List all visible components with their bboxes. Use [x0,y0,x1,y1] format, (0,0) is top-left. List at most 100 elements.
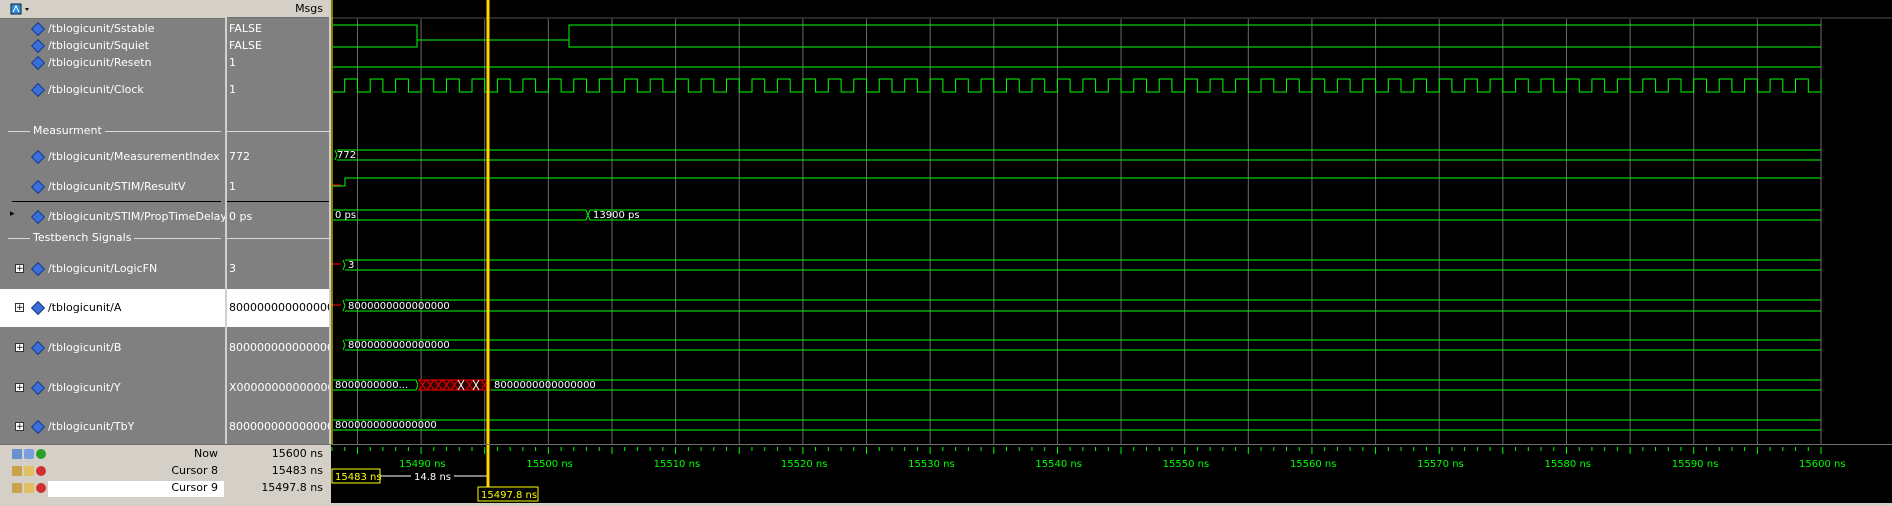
signal-value: 3 [229,262,236,275]
signal-row-proptimedelay[interactable]: ▸ /tblogicunit/STIM/PropTimeDelay [0,203,225,229]
signal-name: /tblogicunit/A [48,301,122,314]
signal-icon [30,340,46,356]
signal-value: 1 [229,83,236,96]
bus-label-b: 8000000000000000 [348,340,450,351]
value-row: 3 [227,250,329,288]
signal-value: 1 [229,180,236,193]
wave-tby [333,419,1821,431]
group-divider-testbench-signals[interactable]: Testbench Signals [30,231,135,244]
bus-label-proptimedelay-after: 13900 ps [593,210,640,221]
signal-icon [30,380,46,396]
signal-row-sstable[interactable]: /tblogicunit/Sstable [0,20,225,37]
signal-icon [30,261,46,277]
expand-plus-icon[interactable]: + [15,264,24,274]
wave-window: /tblogicunit/Sstable /tblogicunit/Squiet… [0,0,1892,503]
signal-name: /tblogicunit/B [48,341,122,354]
value-row: 0 ps [227,203,329,229]
waveform-canvas[interactable]: 772 0 ps 13900 ps 3 8000000000000000 800… [331,0,1892,444]
signal-value: FALSE [229,39,262,52]
signal-row-b[interactable]: + /tblogicunit/B [0,329,225,367]
signal-row-measurementindex[interactable]: /tblogicunit/MeasurementIndex [0,143,225,169]
tick-label: 15590 ns [1672,459,1719,470]
wave-squiet [333,39,1821,48]
signal-icon [30,55,46,71]
signal-row-a[interactable]: + /tblogicunit/A [0,289,225,327]
signal-row-resultv[interactable]: /tblogicunit/STIM/ResultV [0,171,225,201]
value-row: 1 [227,171,329,201]
value-row: FALSE [227,20,329,37]
bus-label-y-after: 8000000000000000 [494,380,596,391]
row-separator [227,201,329,202]
signal-row-tby[interactable]: + /tblogicunit/TbY [0,409,225,444]
cursor-panel: Now 15600 ns Cursor 8 15483 ns Cursor 9 … [0,444,1892,503]
signal-icon [30,82,46,98]
bus-label-y-before: 8000000000... [335,380,408,391]
signal-row-y[interactable]: + /tblogicunit/Y [0,369,225,407]
tick-label: 15540 ns [1035,459,1082,470]
signal-value: 8000000000000000 [229,301,329,314]
value-row: X00000000000000X [227,369,329,407]
bus-label-a: 8000000000000000 [348,301,450,312]
edit-icon[interactable] [24,466,34,476]
cursor-9-marker-label: 15497.8 ns [481,490,537,501]
value-row: 772 [227,143,329,169]
cursor-8-value: 15483 ns [271,464,323,477]
cursor-delta-label: 14.8 ns [414,472,451,483]
lock-icon[interactable] [12,466,22,476]
cursor-9-label: Cursor 9 [171,481,218,494]
signal-values-pane: Msgs FALSE FALSE 1 1 772 1 0 ps 3 800000… [227,0,329,444]
cursor-9-icons [12,483,52,495]
tick-label: 15550 ns [1163,459,1210,470]
expand-plus-icon[interactable]: + [15,383,24,393]
signal-value: X00000000000000X [229,381,329,394]
wave-proptimedelay [333,209,1821,221]
value-row: 8000000000000000 [227,289,329,327]
expand-plus-icon[interactable]: + [15,303,24,313]
signal-row-resetn[interactable]: /tblogicunit/Resetn [0,54,225,71]
names-header [0,0,225,19]
signal-row-clock[interactable]: /tblogicunit/Clock [0,71,225,105]
signal-value: FALSE [229,22,262,35]
tick-label: 15530 ns [908,459,955,470]
now-value: 15600 ns [271,447,323,460]
signal-value: 8000000000000000 [229,420,329,433]
signal-value: 8000000000000000 [229,341,329,354]
lock-icon[interactable] [12,483,22,493]
cursor-8-label: Cursor 8 [171,464,218,477]
tick-label: 15490 ns [399,459,446,470]
signal-value: 1 [229,56,236,69]
signal-icon [30,21,46,37]
expand-plus-icon[interactable]: + [15,343,24,353]
signal-icon [30,38,46,54]
delete-cursor-icon[interactable] [36,483,46,493]
add-cursor-icon[interactable] [12,449,22,459]
waveform-pane[interactable]: 772 0 ps 13900 ps 3 8000000000000000 800… [331,0,1892,444]
time-ticks: 15490 ns 15500 ns 15510 ns 15520 ns 15530 ns… [331,447,1846,470]
edit-cursor-icon[interactable] [24,449,34,459]
tick-label: 15600 ns [1799,459,1846,470]
group-divider-line [227,131,329,132]
value-row: 1 [227,71,329,105]
wave-y-unknown-region [418,379,491,391]
signal-row-squiet[interactable]: /tblogicunit/Squiet [0,37,225,54]
edit-icon[interactable] [24,483,34,493]
delete-cursor-icon[interactable] [36,466,46,476]
cursor-8-marker-label: 15483 ns [335,472,382,483]
cursor-8-icons [12,466,52,478]
insert-cursor-icon[interactable] [36,449,46,459]
signal-icon [30,179,46,195]
time-axis[interactable]: 15490 ns 15500 ns 15510 ns 15520 ns 15530 ns… [331,445,1892,503]
group-divider-line [227,238,329,239]
signal-value: 772 [229,150,250,163]
now-label: Now [194,447,218,460]
value-row: 1 [227,54,329,71]
expand-plus-icon[interactable]: + [15,422,24,432]
tick-label: 15570 ns [1417,459,1464,470]
group-divider-measurment[interactable]: Measurment [30,124,105,137]
signal-name: /tblogicunit/Y [48,381,121,394]
wave-toolbar-icon[interactable] [10,3,29,15]
collapse-arrow-icon[interactable]: ▸ [10,209,15,219]
wave-a [342,299,1821,312]
signal-row-logicfn[interactable]: + /tblogicunit/LogicFN [0,250,225,288]
signal-name: /tblogicunit/STIM/PropTimeDelay [48,210,225,223]
